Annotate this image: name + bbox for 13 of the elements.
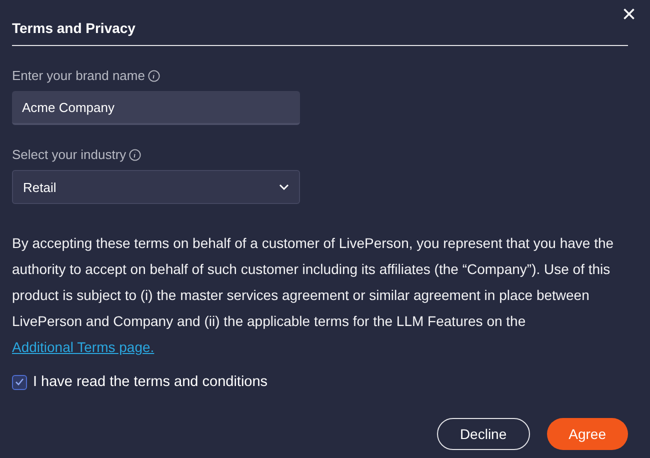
industry-dropdown[interactable]: Retail — [12, 170, 300, 204]
info-icon — [129, 148, 142, 160]
field-label: Select your industry — [12, 147, 126, 162]
chevron-down-icon — [279, 184, 289, 190]
checkbox-label: I have read the terms and conditions — [33, 374, 268, 390]
brand-name-field[interactable]: Acme Company — [12, 91, 300, 125]
check-icon — [15, 378, 24, 386]
decline-button[interactable]: Decline — [436, 418, 530, 450]
field-label: Enter your brand name — [12, 68, 145, 83]
terms-paragraph: By accepting these terms on behalf of a customer of LivePerson, you represent that you have the authority to accept on behalf of such customer including its affiliates (the “Company”). Use of this product is subject to (i) the master services agreement or similar agreement in place between LivePerson and Company and (ii) the applicable terms for the LLM Features on the Additional Terms page. — [12, 234, 615, 357]
info-icon — [148, 70, 160, 82]
additional-terms-link[interactable]: Additional Terms page. — [12, 339, 154, 355]
agreement-checkbox[interactable] — [12, 374, 27, 390]
